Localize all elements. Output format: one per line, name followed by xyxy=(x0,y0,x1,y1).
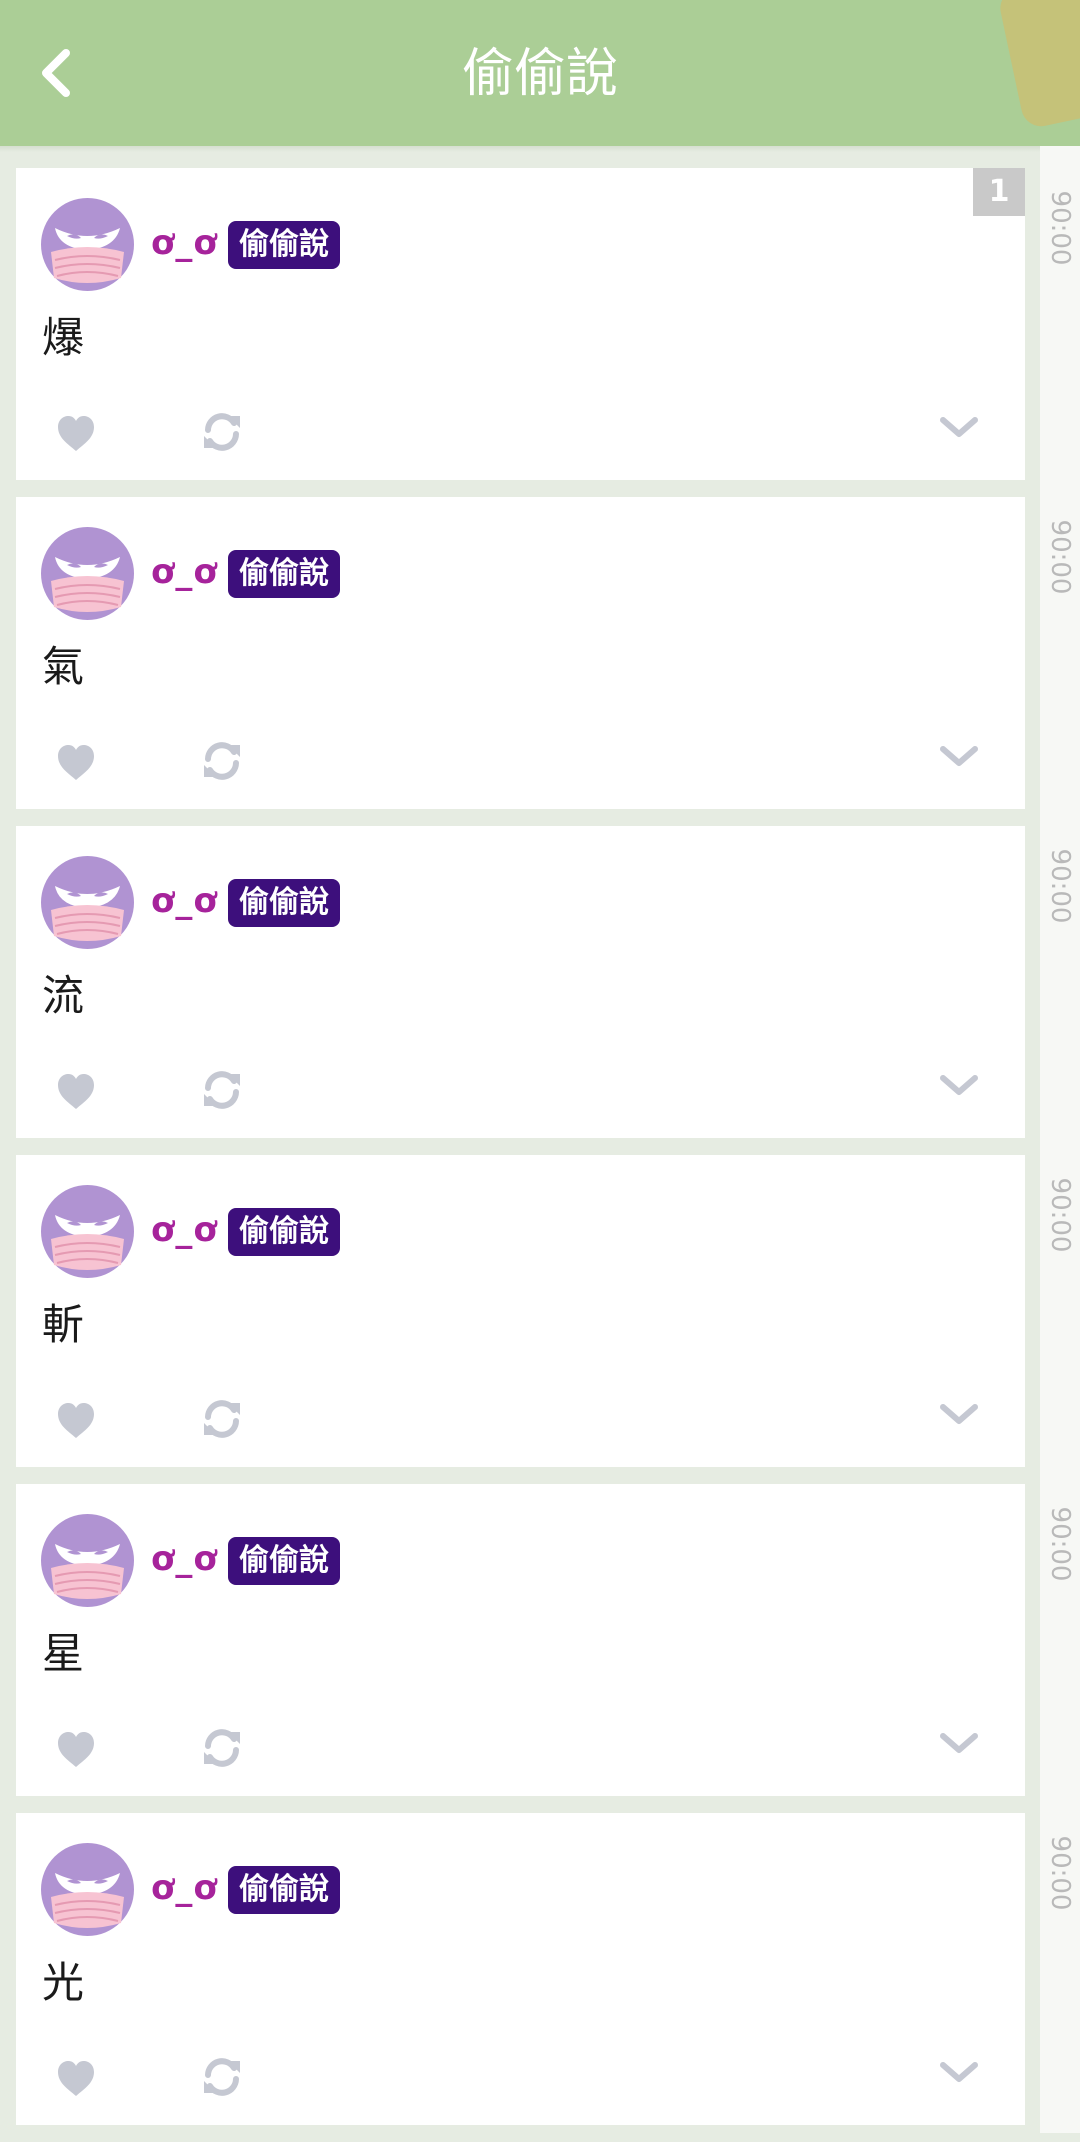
chevron-down-icon[interactable] xyxy=(937,406,981,450)
repost-icon[interactable] xyxy=(198,1066,246,1114)
repost-icon[interactable] xyxy=(198,1724,246,1772)
masked-avatar-icon[interactable] xyxy=(41,198,134,291)
post-tag-badge: 偷偷說 xyxy=(228,1537,340,1585)
post-timestamp-text: 90:00 xyxy=(1045,519,1075,595)
post-content: 氣 xyxy=(42,642,85,691)
post-username[interactable]: ơ_ơ xyxy=(151,1536,218,1582)
post-content: 流 xyxy=(42,971,85,1020)
chevron-down-icon[interactable] xyxy=(937,735,981,779)
post-timestamp: 90:00 xyxy=(1044,1823,1076,1923)
post-card[interactable]: ơ_ơ 偷偷說 星 xyxy=(16,1484,1025,1796)
post-timestamp-text: 90:00 xyxy=(1045,1177,1075,1253)
heart-icon[interactable] xyxy=(54,1728,98,1772)
masked-avatar-icon[interactable] xyxy=(41,527,134,620)
chevron-down-icon[interactable] xyxy=(937,2051,981,2095)
post-timestamp: 90:00 xyxy=(1044,1494,1076,1594)
post-tag-badge: 偷偷說 xyxy=(228,221,340,269)
repost-icon[interactable] xyxy=(198,408,246,456)
chevron-down-icon[interactable] xyxy=(937,1064,981,1108)
post-content: 爆 xyxy=(42,313,85,362)
repost-icon[interactable] xyxy=(198,1395,246,1443)
heart-icon[interactable] xyxy=(54,2057,98,2101)
post-card[interactable]: ơ_ơ 偷偷說 斬 xyxy=(16,1155,1025,1467)
post-number-badge: 1 xyxy=(973,168,1025,216)
page-title: 偷偷說 xyxy=(461,44,618,104)
chevron-down-icon[interactable] xyxy=(937,1722,981,1766)
post-timestamp-text: 90:00 xyxy=(1045,848,1075,924)
chevron-down-icon[interactable] xyxy=(937,1393,981,1437)
post-tag-badge: 偷偷說 xyxy=(228,1866,340,1914)
post-card[interactable]: ơ_ơ 偷偷說 流 xyxy=(16,826,1025,1138)
masked-avatar-icon[interactable] xyxy=(41,1185,134,1278)
post-content: 斬 xyxy=(42,1300,85,1349)
post-username[interactable]: ơ_ơ xyxy=(151,220,218,266)
heart-icon[interactable] xyxy=(54,1399,98,1443)
post-tag-badge: 偷偷說 xyxy=(228,1208,340,1256)
post-content: 光 xyxy=(42,1958,85,2007)
post-card[interactable]: ơ_ơ 偷偷說 氣 xyxy=(16,497,1025,809)
post-timestamp: 90:00 xyxy=(1044,507,1076,607)
post-timestamp-text: 90:00 xyxy=(1045,1835,1075,1911)
post-timestamp: 90:00 xyxy=(1044,178,1076,278)
masked-avatar-icon[interactable] xyxy=(41,856,134,949)
heart-icon[interactable] xyxy=(54,412,98,456)
masked-avatar-icon[interactable] xyxy=(41,1514,134,1607)
post-timestamp-text: 90:00 xyxy=(1045,190,1075,266)
header-shadow xyxy=(0,146,1080,152)
app-header: 偷偷說 xyxy=(0,0,1080,146)
repost-icon[interactable] xyxy=(198,2053,246,2101)
post-username[interactable]: ơ_ơ xyxy=(151,878,218,924)
masked-avatar-icon[interactable] xyxy=(41,1843,134,1936)
post-tag-badge: 偷偷說 xyxy=(228,879,340,927)
post-username[interactable]: ơ_ơ xyxy=(151,549,218,595)
post-timestamp: 90:00 xyxy=(1044,836,1076,936)
post-tag-badge: 偷偷說 xyxy=(228,550,340,598)
post-username[interactable]: ơ_ơ xyxy=(151,1865,218,1911)
post-username[interactable]: ơ_ơ xyxy=(151,1207,218,1253)
post-content: 星 xyxy=(42,1629,85,1678)
heart-icon[interactable] xyxy=(54,741,98,785)
repost-icon[interactable] xyxy=(198,737,246,785)
post-card[interactable]: ơ_ơ 偷偷說 光 xyxy=(16,1813,1025,2125)
post-timestamp: 90:00 xyxy=(1044,1165,1076,1265)
post-timestamp-text: 90:00 xyxy=(1045,1506,1075,1582)
post-card[interactable]: ơ_ơ 偷偷說 1 爆 xyxy=(16,168,1025,480)
heart-icon[interactable] xyxy=(54,1070,98,1114)
post-feed: ơ_ơ 偷偷說 1 爆 ơ_ơ 偷偷說 氣 ơ_ơ 偷偷說 流 ơ_ơ 偷偷說 … xyxy=(16,168,1025,2142)
